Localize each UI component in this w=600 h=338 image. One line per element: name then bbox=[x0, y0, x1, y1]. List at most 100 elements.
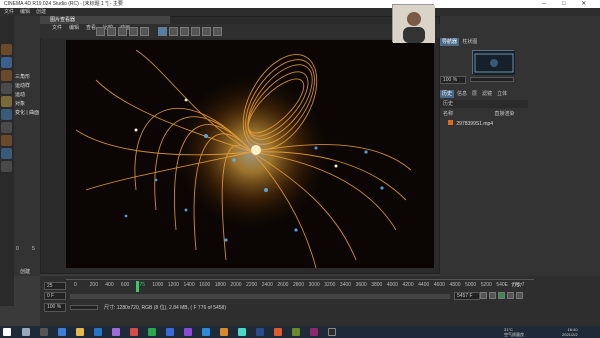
menu-edit[interactable]: 编辑 bbox=[20, 9, 30, 15]
object-manager: 三角形 运动样 运动 对象 变化 | 曲面 0 5 创建 bbox=[14, 16, 40, 276]
last-frame-icon[interactable] bbox=[516, 292, 523, 299]
ruler-tick: 4000 bbox=[386, 282, 398, 288]
first-frame-icon[interactable] bbox=[480, 292, 487, 299]
tab-info[interactable]: 信息 bbox=[455, 90, 469, 98]
object-item[interactable]: 运动样 bbox=[14, 81, 40, 90]
object-item[interactable]: 三角形 bbox=[14, 72, 40, 81]
ruler-tick: 3600 bbox=[355, 282, 367, 288]
edge-icon[interactable] bbox=[58, 328, 66, 336]
pv-menu-file[interactable]: 文件 bbox=[52, 25, 62, 31]
tool-model-icon[interactable] bbox=[1, 122, 12, 133]
zoom-field[interactable]: 100 % bbox=[44, 303, 66, 312]
tab-stereo[interactable]: 立体 bbox=[495, 90, 509, 98]
ruler-tick: 4200 bbox=[402, 282, 414, 288]
tool-point-icon[interactable] bbox=[1, 109, 12, 120]
ruler-tick: 2800 bbox=[293, 282, 305, 288]
render-button-icon[interactable] bbox=[96, 27, 105, 36]
maximize-icon[interactable]: □ bbox=[562, 1, 566, 7]
cinema4d-icon[interactable] bbox=[328, 328, 336, 336]
app-icon-2[interactable] bbox=[130, 328, 138, 336]
fullscreen-icon[interactable] bbox=[169, 27, 178, 36]
render-region-icon[interactable] bbox=[118, 27, 127, 36]
object-item[interactable]: 变化 | 曲面 bbox=[14, 108, 40, 117]
ab-compare-icon[interactable] bbox=[129, 27, 138, 36]
window-title: CINEMA 4D R19.024 Studio (RC) - [未标题 1 *… bbox=[4, 1, 123, 7]
tab-histogram[interactable]: 柱状图 bbox=[460, 38, 479, 46]
close-icon[interactable]: ✕ bbox=[581, 1, 586, 7]
pv-menu-view[interactable]: 查看 bbox=[86, 25, 96, 31]
navigator-zoom-field[interactable]: 100 % bbox=[440, 76, 466, 84]
pv-menu-edit[interactable]: 编辑 bbox=[69, 25, 79, 31]
clock-date: 2021/2/2 bbox=[562, 332, 578, 337]
webcam-overlay bbox=[392, 4, 435, 43]
navigator-zoom-slider[interactable] bbox=[470, 77, 514, 82]
person-icon bbox=[393, 5, 435, 43]
settings-icon[interactable] bbox=[213, 27, 222, 36]
stop-render-icon[interactable] bbox=[107, 27, 116, 36]
save-image-icon[interactable] bbox=[140, 27, 149, 36]
tab-history[interactable]: 历史 bbox=[440, 90, 455, 98]
frame-ruler[interactable]: 0 200 400 600 775 1000 1200 1400 1600 1800 2000 220… bbox=[40, 282, 540, 292]
end-frame-field[interactable]: 7757 bbox=[511, 282, 533, 290]
start-icon[interactable] bbox=[3, 328, 11, 336]
tool-polygon-icon[interactable] bbox=[1, 83, 12, 94]
ruler-tick: 4400 bbox=[418, 282, 430, 288]
menu-create[interactable]: 创建 bbox=[36, 9, 46, 15]
folder-icon[interactable] bbox=[76, 328, 84, 336]
tool-rotate-icon[interactable] bbox=[1, 70, 12, 81]
zoom-slider[interactable] bbox=[70, 305, 98, 310]
ruler-tick: 2600 bbox=[277, 282, 289, 288]
tool-texture-icon[interactable] bbox=[1, 135, 12, 146]
total-frames-field[interactable]: 5457 F bbox=[454, 292, 480, 300]
color-channel-icon[interactable] bbox=[180, 27, 189, 36]
app-icon-1[interactable] bbox=[112, 328, 120, 336]
app-icon-3[interactable] bbox=[148, 328, 156, 336]
col-direct-render: 直接渲染 bbox=[494, 111, 515, 117]
search-icon[interactable] bbox=[22, 328, 30, 336]
fit-view-icon[interactable] bbox=[158, 27, 167, 36]
frame-range-slider[interactable] bbox=[70, 294, 450, 299]
app-icon-4[interactable] bbox=[166, 328, 174, 336]
menu-file[interactable]: 文件 bbox=[4, 9, 14, 15]
current-frame-field[interactable]: 0 F bbox=[44, 292, 66, 300]
tab-layer[interactable]: 层 bbox=[470, 90, 479, 98]
taskbar-clock[interactable]: 16:40 2021/2/2 bbox=[562, 327, 578, 337]
playhead-marker[interactable] bbox=[136, 281, 139, 292]
window-controls[interactable]: ─ □ ✕ bbox=[542, 0, 586, 7]
navigator-tabs: 导航器 柱状图 bbox=[440, 38, 530, 46]
tool-axis-icon[interactable] bbox=[1, 148, 12, 159]
app-icon-6[interactable] bbox=[202, 328, 210, 336]
tool-edge-icon[interactable] bbox=[1, 96, 12, 107]
minimize-icon[interactable]: ─ bbox=[542, 1, 546, 7]
coord-field-b[interactable]: 5 bbox=[32, 246, 35, 252]
app-icon-5[interactable] bbox=[184, 328, 192, 336]
app-icon-8[interactable] bbox=[238, 328, 246, 336]
prev-frame-icon[interactable] bbox=[489, 292, 496, 299]
weather-tray[interactable]: 31°C 空气质量良 bbox=[504, 327, 524, 337]
tool-snap-icon[interactable] bbox=[1, 161, 12, 172]
object-item[interactable]: 运动 bbox=[14, 90, 40, 99]
app-icon-11[interactable] bbox=[292, 328, 300, 336]
tab-navigator[interactable]: 导航器 bbox=[440, 38, 460, 46]
coord-field-a[interactable]: 0 bbox=[16, 246, 19, 252]
alpha-channel-icon[interactable] bbox=[191, 27, 200, 36]
store-icon[interactable] bbox=[94, 328, 102, 336]
play-icon[interactable] bbox=[498, 292, 505, 299]
tool-scale-icon[interactable] bbox=[1, 57, 12, 68]
history-file-row[interactable]: 2978399S1.mp4 bbox=[448, 120, 528, 128]
ruler-tick: 200 bbox=[89, 282, 98, 288]
tab-filter[interactable]: 滤镜 bbox=[480, 90, 494, 98]
tool-move-icon[interactable] bbox=[1, 44, 12, 55]
next-frame-icon[interactable] bbox=[507, 292, 514, 299]
filter-icon[interactable] bbox=[202, 27, 211, 36]
label-create[interactable]: 创建 bbox=[20, 268, 30, 275]
app-icon-9[interactable] bbox=[256, 328, 264, 336]
app-icon-12[interactable] bbox=[310, 328, 318, 336]
ruler-tick: 1600 bbox=[199, 282, 211, 288]
app-icon-7[interactable] bbox=[220, 328, 228, 336]
history-columns: 名称 直接渲染 bbox=[440, 110, 528, 118]
app-icon-10[interactable] bbox=[274, 328, 282, 336]
navigator-thumbnail[interactable] bbox=[472, 50, 515, 75]
object-item[interactable]: 对象 bbox=[14, 99, 40, 108]
task-view-icon[interactable] bbox=[40, 328, 48, 336]
